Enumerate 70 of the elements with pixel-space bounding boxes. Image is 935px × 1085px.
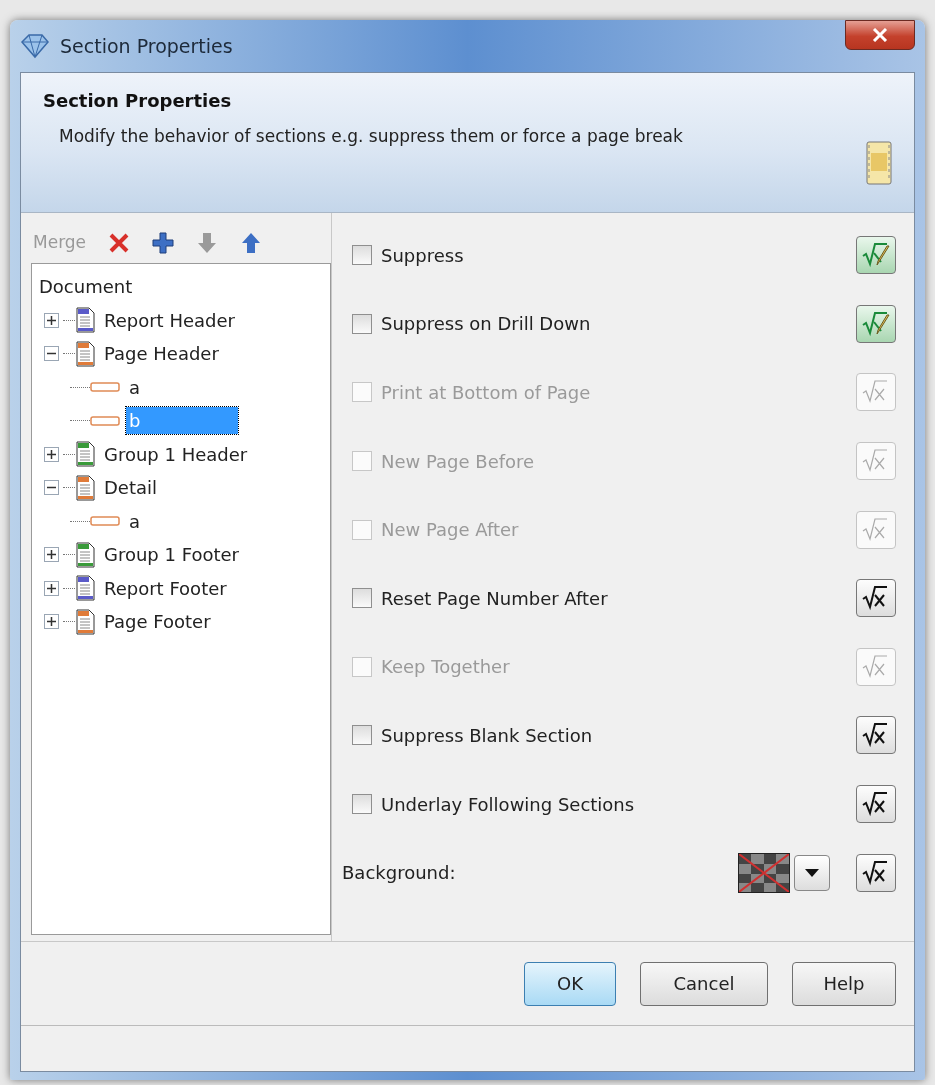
dropdown-button[interactable] xyxy=(794,854,830,891)
color-swatch[interactable] xyxy=(738,852,790,893)
tree-item[interactable]: Page Footer xyxy=(101,608,214,636)
dialog-button[interactable]: Help xyxy=(792,961,896,1006)
caret-icon xyxy=(804,867,820,878)
tree-item[interactable]: Group 1 Footer xyxy=(101,541,242,569)
close-icon xyxy=(872,28,888,42)
formula-edit-icon xyxy=(861,242,891,269)
expand-icon xyxy=(47,315,56,325)
formula-button[interactable] xyxy=(856,579,896,618)
background-label: Background: xyxy=(342,861,456,886)
tree-item[interactable]: Document xyxy=(36,273,136,301)
expand-icon xyxy=(47,449,56,459)
element-icon xyxy=(90,515,120,528)
tree-item[interactable]: Report Header xyxy=(101,306,238,334)
checkbox[interactable] xyxy=(352,313,372,334)
expand-icon xyxy=(47,550,56,560)
checkbox-label: New Page After xyxy=(381,518,519,543)
checkbox-label: Reset Page Number After xyxy=(381,586,608,611)
header-description: Modify the behavior of sections e.g. suppress them or force a page break xyxy=(58,125,684,148)
tree-item[interactable]: a xyxy=(126,507,144,535)
formula-button[interactable] xyxy=(856,853,896,892)
section-icon xyxy=(75,474,95,501)
checkbox-label: Suppress on Drill Down xyxy=(381,312,591,337)
add-icon[interactable] xyxy=(152,232,175,254)
checkbox-label: Suppress xyxy=(381,243,464,268)
section-icon xyxy=(75,575,95,602)
checkbox[interactable] xyxy=(352,794,372,815)
checkbox[interactable] xyxy=(352,588,372,609)
element-icon xyxy=(90,414,120,427)
expander-toggle[interactable] xyxy=(44,480,59,496)
checkbox-label: Print at Bottom of Page xyxy=(381,381,591,405)
formula-button[interactable] xyxy=(856,785,896,824)
expander-toggle[interactable] xyxy=(44,346,59,362)
section-icon xyxy=(75,307,95,334)
film-strip-icon xyxy=(864,139,894,187)
move-up-icon[interactable] xyxy=(240,232,263,254)
formula-button[interactable] xyxy=(856,716,896,755)
checkbox-label: Keep Together xyxy=(381,655,510,680)
tree-item[interactable]: Page Header xyxy=(101,340,222,368)
checkbox[interactable] xyxy=(352,245,372,266)
checkbox-label: Suppress Blank Section xyxy=(381,723,593,748)
gem-icon xyxy=(20,33,50,59)
dialog-button[interactable]: Cancel xyxy=(640,961,768,1006)
section-icon xyxy=(75,541,95,568)
expander-toggle[interactable] xyxy=(44,580,59,596)
checkbox-label: New Page Before xyxy=(381,449,535,474)
expand-icon xyxy=(47,617,56,627)
close-button[interactable] xyxy=(845,20,915,50)
tree-item[interactable]: Detail xyxy=(101,474,161,502)
formula-edit-icon xyxy=(861,310,891,337)
delete-icon[interactable] xyxy=(108,232,131,254)
header-title: Section Properties xyxy=(43,89,233,113)
element-icon xyxy=(90,381,120,394)
dialog-button[interactable]: OK xyxy=(524,961,616,1006)
expand-icon xyxy=(47,583,56,593)
tree-item[interactable]: a xyxy=(126,373,144,401)
checkbox[interactable] xyxy=(352,725,372,746)
expander-toggle[interactable] xyxy=(44,446,59,462)
expander-toggle[interactable] xyxy=(44,547,59,563)
window-title: Section Properties xyxy=(60,33,233,59)
checkbox-label: Underlay Following Sections xyxy=(381,792,635,817)
expander-toggle[interactable] xyxy=(44,312,59,328)
no-color-icon xyxy=(739,853,789,892)
section-icon xyxy=(75,608,95,635)
tree-item[interactable]: Group 1 Header xyxy=(101,440,251,468)
expander-toggle[interactable] xyxy=(44,614,59,630)
section-icon xyxy=(75,340,95,367)
section-icon xyxy=(75,441,95,468)
tree-item[interactable]: Report Footer xyxy=(101,574,230,602)
